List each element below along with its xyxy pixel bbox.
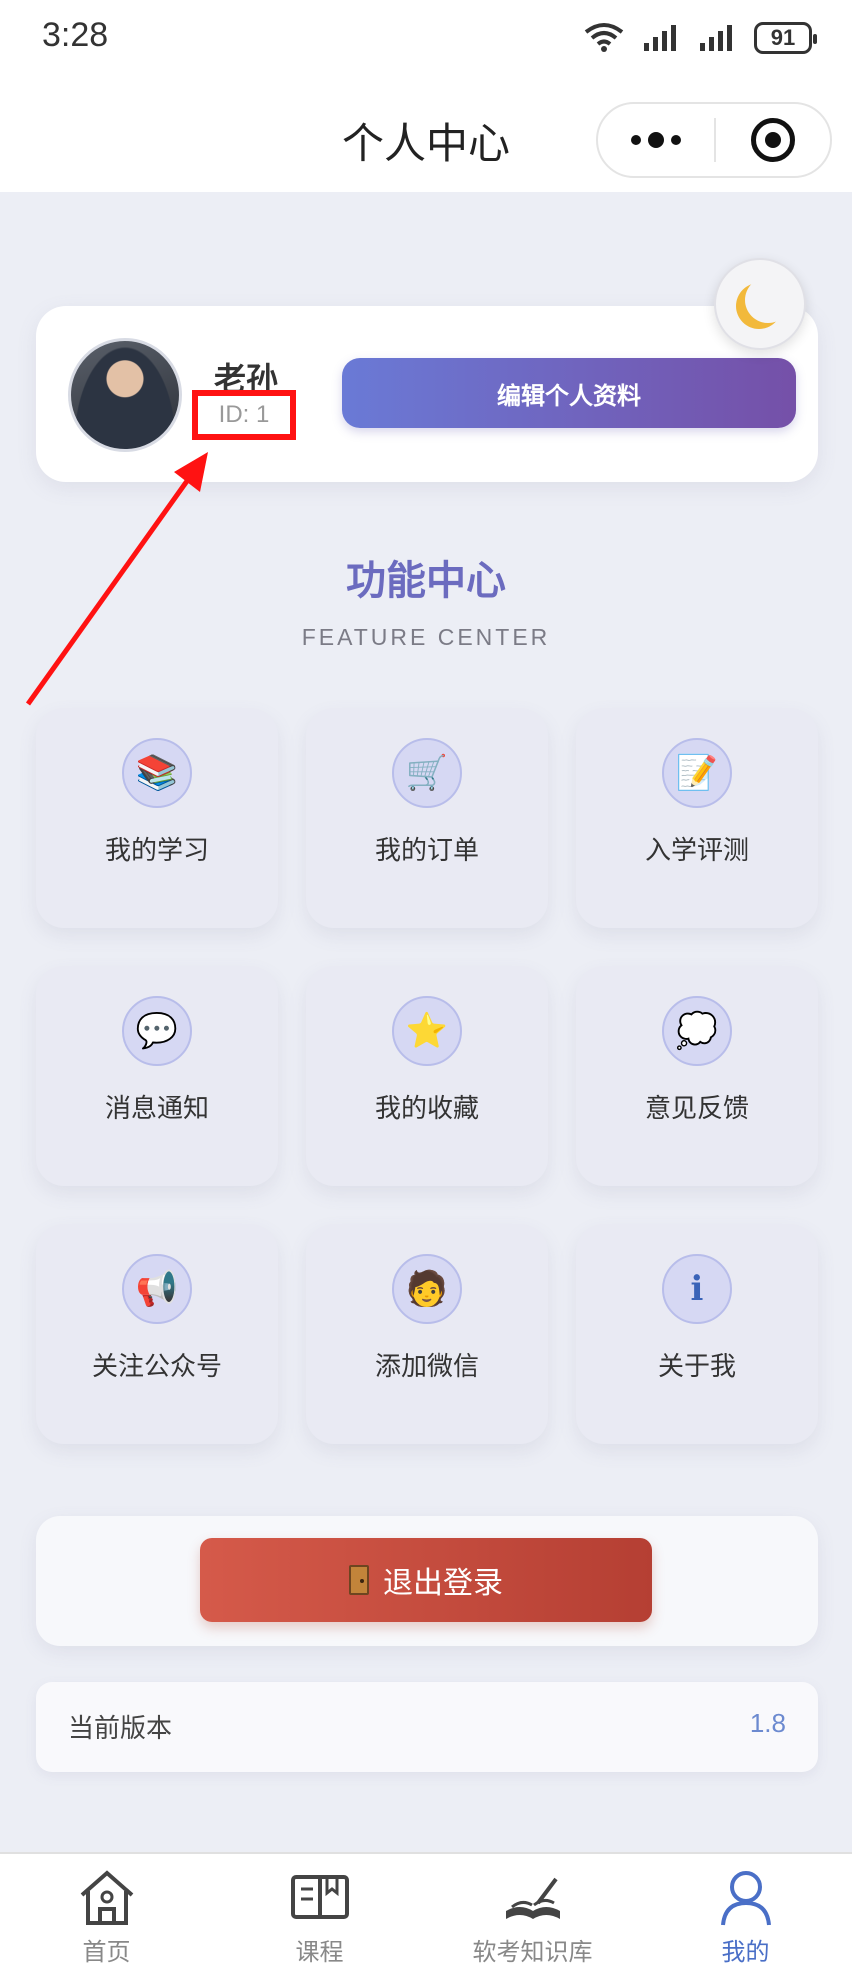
feature-notifications[interactable]: 💬 消息通知 (36, 966, 278, 1186)
speech-bubble-icon: 💬 (122, 996, 192, 1066)
user-icon (714, 1866, 778, 1930)
status-time: 3:28 (42, 16, 109, 54)
feature-follow-account[interactable]: 📢 关注公众号 (36, 1224, 278, 1444)
version-label: 当前版本 (68, 1714, 173, 1744)
feature-entrance-test[interactable]: 📝 入学评测 (576, 708, 818, 928)
tab-courses[interactable]: 课程 (213, 1854, 426, 1974)
feature-label: 添加微信 (374, 1352, 479, 1382)
more-dot-icon (671, 135, 681, 145)
more-button[interactable] (598, 104, 714, 176)
battery-indicator: 91 (754, 22, 817, 54)
tab-knowledge-base[interactable]: 软考知识库 (426, 1854, 639, 1974)
tab-bar: 首页 课程 软考知识库 我的 (0, 1852, 852, 1974)
door-icon (349, 1565, 369, 1595)
status-bar: 3:28 91 (0, 0, 852, 80)
edit-profile-button[interactable]: 编辑个人资料 (342, 358, 796, 428)
tab-home[interactable]: 首页 (0, 1854, 213, 1974)
more-dot-icon (648, 132, 664, 148)
memo-icon: 📝 (662, 738, 732, 808)
feature-label: 入学评测 (644, 836, 749, 866)
battery-level: 91 (770, 25, 796, 50)
version-value: 1.8 (749, 1708, 786, 1738)
feature-favorites[interactable]: ⭐ 我的收藏 (306, 966, 548, 1186)
feature-my-orders[interactable]: 🛒 我的订单 (306, 708, 548, 928)
tab-label: 我的 (721, 1938, 770, 1966)
profile-card: 老孙 ID: 1 编辑个人资料 (36, 306, 818, 482)
thought-bubble-icon: 💭 (662, 996, 732, 1066)
megaphone-icon: 📢 (122, 1254, 192, 1324)
logout-card: 退出登录 (36, 1516, 818, 1646)
nav-bar: 个人中心 (0, 80, 852, 192)
feature-label: 关注公众号 (91, 1352, 222, 1382)
info-icon: ℹ (662, 1254, 732, 1324)
knowledge-book-icon (501, 1866, 565, 1930)
tab-label: 课程 (295, 1938, 344, 1966)
logout-button[interactable]: 退出登录 (200, 1538, 652, 1622)
logout-label: 退出登录 (383, 1566, 503, 1601)
cart-icon: 🛒 (392, 738, 462, 808)
books-icon: 📚 (122, 738, 192, 808)
more-dot-icon (631, 135, 641, 145)
tab-label: 首页 (82, 1938, 131, 1966)
book-icon (288, 1866, 352, 1930)
dark-mode-toggle[interactable] (714, 258, 806, 350)
tab-mine[interactable]: 我的 (639, 1854, 852, 1974)
wifi-icon (584, 23, 624, 52)
user-id-highlight: ID: 1 (192, 390, 296, 440)
feature-label: 我的收藏 (374, 1094, 479, 1124)
status-icons: 91 (584, 18, 817, 58)
feature-feedback[interactable]: 💭 意见反馈 (576, 966, 818, 1186)
signal-icon-2 (700, 25, 732, 51)
star-icon: ⭐ (392, 996, 462, 1066)
feature-center-title: 功能中心 (346, 558, 506, 604)
feature-add-wechat[interactable]: 🧑 添加微信 (306, 1224, 548, 1444)
feature-label: 关于我 (657, 1352, 736, 1382)
moon-icon (745, 277, 791, 323)
feature-label: 我的学习 (104, 836, 209, 866)
version-row: 当前版本 1.8 (36, 1682, 818, 1772)
feature-center-subtitle: FEATURE CENTER (301, 624, 551, 650)
user-id: ID: 1 (218, 401, 270, 428)
feature-my-learning[interactable]: 📚 我的学习 (36, 708, 278, 928)
feature-label: 我的订单 (374, 836, 479, 866)
miniprogram-capsule (596, 102, 832, 178)
tab-label: 软考知识库 (472, 1938, 593, 1966)
close-miniprogram-button[interactable] (716, 104, 830, 176)
technologist-icon: 🧑 (392, 1254, 462, 1324)
feature-label: 消息通知 (104, 1094, 209, 1124)
signal-icon (644, 25, 676, 51)
feature-about-me[interactable]: ℹ 关于我 (576, 1224, 818, 1444)
home-icon (75, 1866, 139, 1930)
avatar[interactable] (68, 338, 182, 452)
feature-label: 意见反馈 (644, 1094, 749, 1124)
target-icon (750, 118, 795, 162)
